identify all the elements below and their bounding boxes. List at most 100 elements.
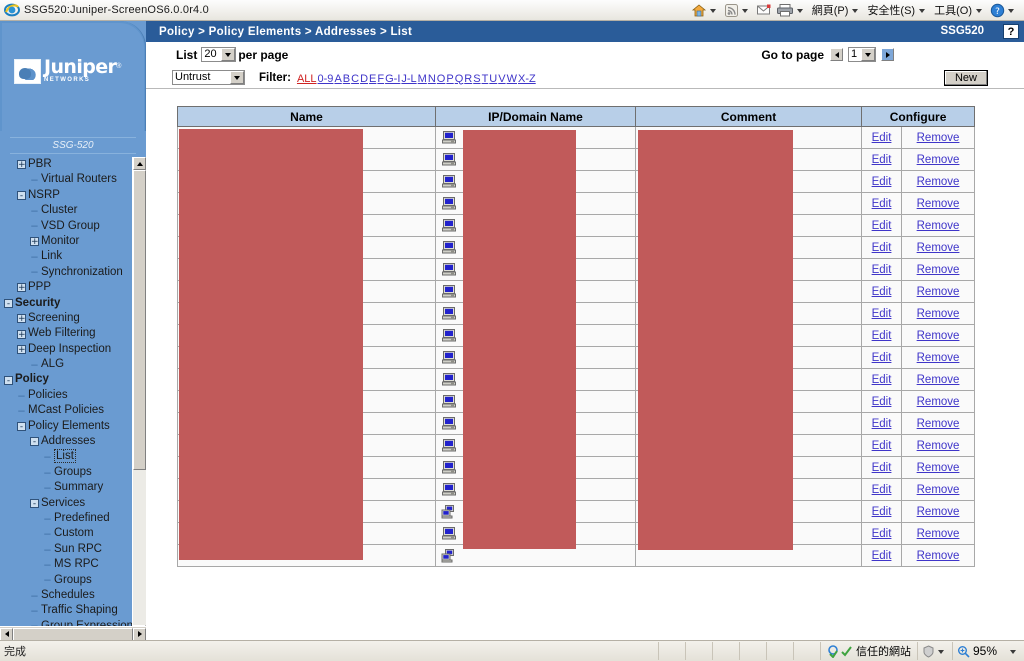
remove-link[interactable]: Remove bbox=[917, 484, 960, 496]
tools-menu[interactable]: 工具(O) bbox=[931, 0, 988, 20]
filter-link-u[interactable]: U bbox=[489, 73, 497, 85]
edit-link[interactable]: Edit bbox=[872, 220, 892, 232]
sidebar-item-predefined[interactable]: – Predefined bbox=[0, 511, 133, 526]
filter-link-x-z[interactable]: X-Z bbox=[518, 73, 536, 85]
sidebar-item-screening[interactable]: + Screening bbox=[0, 311, 133, 326]
sidebar-item-security[interactable]: - Security bbox=[0, 296, 133, 311]
sidebar-item-deep-inspection[interactable]: + Deep Inspection bbox=[0, 342, 133, 357]
sidebar-item-summary[interactable]: – Summary bbox=[0, 480, 133, 495]
filter-link-f[interactable]: F bbox=[377, 73, 384, 85]
scroll-left-button[interactable] bbox=[0, 627, 13, 641]
filter-link-c[interactable]: C bbox=[351, 73, 359, 85]
sidebar-item-custom[interactable]: – Custom bbox=[0, 526, 133, 541]
collapse-icon[interactable]: - bbox=[17, 421, 26, 431]
sidebar-item-list[interactable]: – List bbox=[0, 449, 133, 464]
edit-link[interactable]: Edit bbox=[872, 484, 892, 496]
column-header-comment[interactable]: Comment bbox=[635, 106, 863, 127]
tree-branch-icon[interactable]: – bbox=[43, 573, 52, 588]
protected-mode-indicator[interactable] bbox=[916, 642, 952, 660]
remove-link[interactable]: Remove bbox=[917, 220, 960, 232]
help-menu[interactable]: ? bbox=[988, 0, 1020, 20]
sidebar-item-pbr[interactable]: + PBR bbox=[0, 157, 133, 172]
tree-branch-icon[interactable]: – bbox=[30, 604, 39, 619]
safety-menu[interactable]: 安全性(S) bbox=[864, 0, 931, 20]
remove-link[interactable]: Remove bbox=[917, 418, 960, 430]
filter-link-m[interactable]: M bbox=[418, 73, 427, 85]
feeds-icon[interactable] bbox=[722, 0, 754, 20]
sidebar-item-alg[interactable]: – ALG bbox=[0, 357, 133, 372]
collapse-icon[interactable]: - bbox=[4, 375, 13, 385]
edit-link[interactable]: Edit bbox=[872, 132, 892, 144]
zone-select[interactable]: Untrust bbox=[172, 70, 245, 85]
expand-icon[interactable]: + bbox=[17, 314, 26, 324]
remove-link[interactable]: Remove bbox=[917, 506, 960, 518]
remove-link[interactable]: Remove bbox=[917, 528, 960, 540]
sidebar-item-monitor[interactable]: + Monitor bbox=[0, 234, 133, 249]
sidebar-item-policy-elements[interactable]: - Policy Elements bbox=[0, 419, 133, 434]
sidebar-item-vsd-group[interactable]: – VSD Group bbox=[0, 219, 133, 234]
edit-link[interactable]: Edit bbox=[872, 352, 892, 364]
sidebar-horizontal-scrollbar[interactable] bbox=[0, 626, 146, 641]
sidebar-item-schedules[interactable]: – Schedules bbox=[0, 588, 133, 603]
remove-link[interactable]: Remove bbox=[917, 396, 960, 408]
collapse-icon[interactable]: - bbox=[4, 298, 13, 308]
tree-branch-icon[interactable]: – bbox=[30, 358, 39, 373]
sidebar-item-mcast-policies[interactable]: – MCast Policies bbox=[0, 403, 133, 418]
sidebar-item-traffic-shaping[interactable]: – Traffic Shaping bbox=[0, 603, 133, 618]
tree-branch-icon[interactable]: – bbox=[43, 481, 52, 496]
scroll-right-button[interactable] bbox=[133, 627, 146, 641]
filter-link-p[interactable]: P bbox=[446, 73, 453, 85]
filter-link-q[interactable]: Q bbox=[455, 73, 464, 85]
sidebar-item-ms-rpc[interactable]: – MS RPC bbox=[0, 557, 133, 572]
remove-link[interactable]: Remove bbox=[917, 352, 960, 364]
edit-link[interactable]: Edit bbox=[872, 242, 892, 254]
sidebar-item-sun-rpc[interactable]: – Sun RPC bbox=[0, 542, 133, 557]
tree-branch-icon[interactable]: – bbox=[43, 558, 52, 573]
filter-link-a[interactable]: A bbox=[334, 73, 341, 85]
edit-link[interactable]: Edit bbox=[872, 418, 892, 430]
tree-branch-icon[interactable]: – bbox=[43, 466, 52, 481]
edit-link[interactable]: Edit bbox=[872, 440, 892, 452]
remove-link[interactable]: Remove bbox=[917, 550, 960, 562]
scroll-thumb[interactable] bbox=[133, 170, 146, 470]
remove-link[interactable]: Remove bbox=[917, 264, 960, 276]
page-menu[interactable]: 網頁(P) bbox=[809, 0, 865, 20]
filter-link-all[interactable]: ALL bbox=[297, 73, 317, 85]
zoom-control[interactable]: 95% bbox=[951, 642, 1024, 660]
edit-link[interactable]: Edit bbox=[872, 550, 892, 562]
expand-icon[interactable]: + bbox=[17, 344, 26, 354]
remove-link[interactable]: Remove bbox=[917, 308, 960, 320]
sidebar-item-cluster[interactable]: – Cluster bbox=[0, 203, 133, 218]
scroll-up-button[interactable] bbox=[133, 157, 146, 170]
tree-branch-icon[interactable]: – bbox=[30, 265, 39, 280]
filter-link-w[interactable]: W bbox=[507, 73, 517, 85]
sidebar-item-groups[interactable]: – Groups bbox=[0, 465, 133, 480]
remove-link[interactable]: Remove bbox=[917, 132, 960, 144]
filter-link-r[interactable]: R bbox=[464, 73, 472, 85]
expand-icon[interactable]: + bbox=[17, 329, 26, 339]
filter-links[interactable]: ALL0-9ABCDEFG-IJ-LMNOPQRSTUVWX-Z bbox=[297, 71, 537, 85]
edit-link[interactable]: Edit bbox=[872, 176, 892, 188]
edit-link[interactable]: Edit bbox=[872, 528, 892, 540]
edit-link[interactable]: Edit bbox=[872, 154, 892, 166]
remove-link[interactable]: Remove bbox=[917, 242, 960, 254]
edit-link[interactable]: Edit bbox=[872, 308, 892, 320]
edit-link[interactable]: Edit bbox=[872, 198, 892, 210]
tree-branch-icon[interactable]: – bbox=[30, 589, 39, 604]
remove-link[interactable]: Remove bbox=[917, 374, 960, 386]
sidebar-item-link[interactable]: – Link bbox=[0, 249, 133, 264]
sidebar-vertical-scrollbar[interactable] bbox=[132, 157, 146, 638]
collapse-icon[interactable]: - bbox=[30, 498, 39, 508]
collapse-icon[interactable]: - bbox=[17, 190, 26, 200]
tree-branch-icon[interactable]: – bbox=[30, 219, 39, 234]
home-icon[interactable] bbox=[689, 0, 722, 20]
edit-link[interactable]: Edit bbox=[872, 506, 892, 518]
sidebar-item-web-filtering[interactable]: + Web Filtering bbox=[0, 326, 133, 341]
filter-link-t[interactable]: T bbox=[482, 73, 489, 85]
filter-link-e[interactable]: E bbox=[369, 73, 376, 85]
per-page-select[interactable]: 20 bbox=[201, 47, 237, 62]
filter-link-o[interactable]: O bbox=[437, 73, 446, 85]
remove-link[interactable]: Remove bbox=[917, 462, 960, 474]
tree-branch-icon[interactable]: – bbox=[43, 450, 52, 465]
remove-link[interactable]: Remove bbox=[917, 440, 960, 452]
